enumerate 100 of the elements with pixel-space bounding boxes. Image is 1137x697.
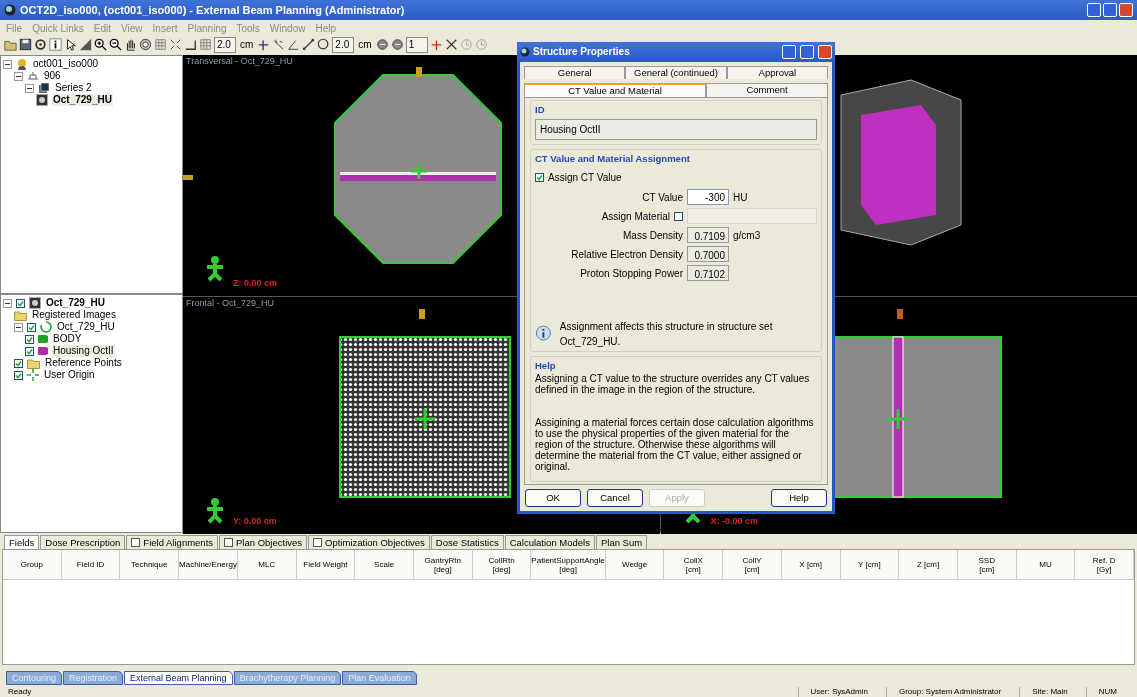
settings-icon[interactable] [34,38,47,51]
toolbar-field[interactable]: 2.0 [214,36,236,53]
crosshair-icon[interactable] [429,38,443,51]
column-header[interactable]: Field Weight [296,550,356,580]
dialog-tab[interactable]: Comment [706,82,828,97]
column-header[interactable]: Wedge [605,550,665,580]
shrink-icon[interactable] [169,38,182,51]
close-button[interactable] [818,44,832,59]
tree-item[interactable]: 906 [43,70,62,82]
column-header[interactable]: MLC [237,550,297,580]
collapse-toggle-icon[interactable] [14,322,23,332]
tree-checkbox[interactable] [14,358,23,368]
tab-checkbox[interactable] [131,538,141,547]
maximize-button[interactable] [800,44,814,59]
line-icon[interactable] [302,38,316,51]
column-header[interactable]: CollX [cm] [664,550,724,580]
column-header[interactable]: Group [3,550,62,580]
tab-label[interactable]: Optimization Objectives [325,536,425,549]
tab-label[interactable]: Dose Statistics [435,536,499,549]
dialog-button[interactable]: Help [771,489,827,507]
plan-tab[interactable]: Optimization Objectives [308,535,430,549]
angle-icon[interactable] [287,38,301,51]
tree-item[interactable]: Reference Points [44,357,123,369]
dialog-button[interactable]: OK [525,489,581,507]
zoom-out-icon[interactable] [109,38,122,51]
tree-item[interactable]: Series 2 [54,82,93,94]
column-header[interactable]: MU [1016,550,1076,580]
tree-item[interactable]: Oct_729_HU [56,321,116,333]
column-header[interactable]: Technique [120,550,180,580]
tab-label[interactable]: Dose Prescription [45,536,121,549]
tab-label[interactable]: Field Alignments [143,536,214,549]
column-header[interactable]: Field ID [61,550,121,580]
dialog-tab[interactable]: Approval [726,65,828,79]
collapse-toggle-icon[interactable] [3,59,12,69]
column-header[interactable]: Machine/Energy [179,550,238,580]
info-icon[interactable] [49,38,62,51]
plan-tab[interactable]: Dose Prescription [40,535,126,549]
circle-icon[interactable] [317,38,331,51]
contrast-icon[interactable] [79,38,92,51]
tree-item[interactable]: User Origin [43,369,96,381]
assign-material-checkbox[interactable] [674,211,683,221]
open-folder-icon[interactable] [4,38,17,51]
plan-tab[interactable]: Plan Sum [595,535,648,549]
collapse-toggle-icon[interactable] [14,71,23,81]
maximize-button[interactable] [1103,3,1117,17]
column-header[interactable]: Z [cm] [899,550,958,580]
minimize-button[interactable] [1087,3,1101,17]
tree-item[interactable]: oct001_iso000 [32,58,100,70]
tree-checkbox[interactable] [16,298,25,308]
tab-label[interactable]: Plan Objectives [236,536,303,549]
tree-checkbox[interactable] [27,322,36,332]
tab-label[interactable]: Plan Sum [600,536,643,549]
target-icon[interactable] [139,38,152,51]
measure-icon[interactable] [272,38,286,51]
plan-tab[interactable]: Field Alignments [126,535,219,549]
column-header[interactable]: GantryRtn [deg] [413,550,473,580]
tab-label[interactable]: Calculation Models [509,536,590,549]
column-header[interactable]: Ref. D [Gy] [1075,550,1134,580]
dialog-tab[interactable]: CT Value and Material [524,82,706,97]
collapse-toggle-icon[interactable] [3,298,12,308]
column-header[interactable]: PatientSupportAngle [deg] [531,550,606,580]
plan-tab[interactable]: Dose Statistics [430,535,504,549]
tab-label[interactable]: Fields [9,536,35,549]
collapse-toggle-icon[interactable] [25,83,34,93]
column-header[interactable]: Scale [355,550,414,580]
hand-icon[interactable] [124,38,137,51]
plan-tab[interactable]: Calculation Models [504,535,595,549]
tree-checkbox[interactable] [25,334,34,344]
ct-value-field[interactable]: -300 [687,189,729,205]
tab-checkbox[interactable] [224,538,234,547]
dialog-tab[interactable]: General (continued) [625,65,727,79]
toolbar-field[interactable]: 1 [405,36,428,53]
module-tab[interactable]: External Beam Planning [124,671,233,685]
column-header[interactable]: SSD [cm] [957,550,1017,580]
tree-item[interactable]: Oct_729_HU [52,94,113,106]
column-header[interactable]: Y [cm] [840,550,900,580]
dialog-button[interactable]: Cancel [587,489,643,507]
tree-item[interactable]: Housing OctII [52,345,115,357]
dialog-tab[interactable]: General [524,65,626,79]
cross-icon[interactable] [444,38,458,51]
save-icon[interactable] [19,38,32,51]
column-header[interactable]: CollY [cm] [723,550,782,580]
column-header[interactable]: CollRtn [deg] [472,550,532,580]
tree-item[interactable]: BODY [52,333,83,345]
tree-checkbox[interactable] [14,370,23,380]
pointer-icon[interactable] [64,38,77,51]
close-button[interactable] [1119,3,1133,17]
corner-icon[interactable] [184,38,197,51]
tab-checkbox[interactable] [313,538,323,547]
add-point-icon[interactable] [257,38,271,51]
toolbar-field[interactable]: 2.0 [332,36,355,53]
plan-tab[interactable]: Plan Objectives [219,535,308,549]
zoom-in-icon[interactable] [94,38,107,51]
plan-tab[interactable]: Fields [4,535,40,549]
tree-item[interactable]: Oct_729_HU [45,297,106,309]
tree-item[interactable]: Registered Images [31,309,117,321]
minimize-button[interactable] [782,44,796,59]
assign-ct-checkbox[interactable] [535,173,544,182]
column-header[interactable]: X [cm] [781,550,841,580]
tree-checkbox[interactable] [25,346,34,356]
